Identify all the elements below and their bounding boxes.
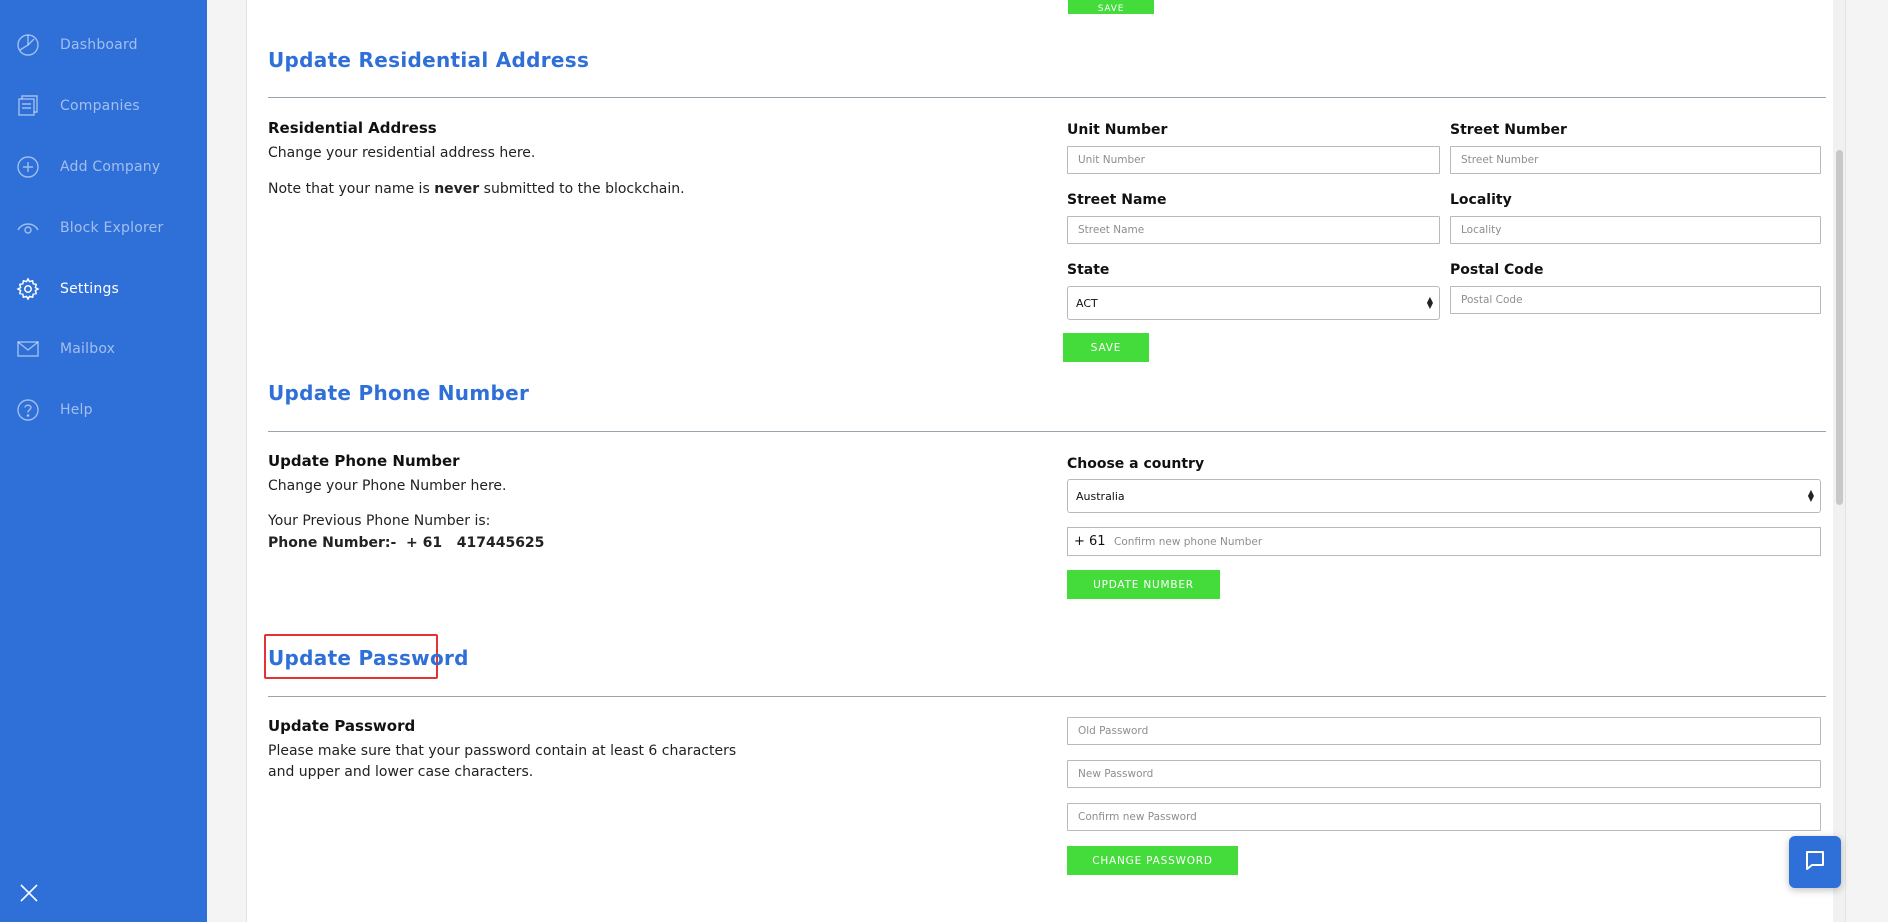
sidebar-item-label: Mailbox: [60, 341, 116, 357]
sidebar-item-label: Block Explorer: [60, 220, 164, 236]
companies-icon: [16, 94, 40, 118]
sidebar-item-settings[interactable]: Settings: [0, 269, 207, 309]
sidebar: Dashboard Companies Add Company Block Ex…: [0, 0, 207, 922]
close-icon[interactable]: [18, 882, 40, 904]
sidebar-item-companies[interactable]: Companies: [0, 86, 207, 126]
postal-code-label: Postal Code: [1450, 262, 1544, 278]
divider: [268, 97, 1826, 98]
state-label: State: [1067, 262, 1110, 278]
new-password-input[interactable]: [1067, 760, 1821, 788]
eye-icon: [16, 216, 40, 240]
country-select-value: Australia: [1076, 489, 1125, 503]
gear-icon: [16, 277, 40, 301]
locality-input[interactable]: [1450, 216, 1821, 244]
password-description-line2: and upper and lower case characters.: [268, 764, 534, 780]
sidebar-item-label: Dashboard: [60, 37, 138, 53]
address-note-prefix: Note that your name is: [268, 181, 435, 197]
unit-number-input[interactable]: [1067, 146, 1440, 174]
sidebar-item-label: Companies: [60, 98, 140, 114]
sidebar-item-dashboard[interactable]: Dashboard: [0, 25, 207, 65]
chat-icon: [1803, 848, 1827, 876]
dashboard-icon: [16, 33, 40, 57]
street-number-input[interactable]: [1450, 146, 1821, 174]
sidebar-item-add-company[interactable]: Add Company: [0, 147, 207, 187]
sidebar-item-mailbox[interactable]: Mailbox: [0, 329, 207, 369]
help-icon: [16, 398, 40, 422]
address-save-button[interactable]: SAVE: [1063, 333, 1149, 362]
add-circle-icon: [16, 155, 40, 179]
select-arrows-icon: ▲ ▼: [1807, 488, 1814, 503]
password-subtitle: Update Password: [268, 717, 416, 735]
state-select[interactable]: ACT ▲ ▼: [1067, 286, 1440, 320]
mail-icon: [16, 337, 40, 361]
scrollbar-thumb[interactable]: [1836, 150, 1843, 505]
sidebar-item-label: Add Company: [60, 159, 161, 175]
sidebar-item-block-explorer[interactable]: Block Explorer: [0, 208, 207, 248]
phone-section-title: Update Phone Number: [268, 381, 530, 405]
country-select[interactable]: Australia ▲ ▼: [1067, 479, 1821, 513]
confirm-password-input[interactable]: [1067, 803, 1821, 831]
street-name-label: Street Name: [1067, 192, 1167, 208]
sidebar-item-label: Settings: [60, 281, 120, 297]
address-note-suffix: submitted to the blockchain.: [479, 181, 685, 197]
address-section-title: Update Residential Address: [268, 48, 590, 72]
address-description: Change your residential address here.: [268, 145, 536, 161]
address-note: Note that your name is never submitted t…: [268, 181, 685, 197]
change-password-button[interactable]: CHANGE PASSWORD: [1067, 846, 1238, 875]
previous-phone-label: Your Previous Phone Number is:: [268, 513, 491, 529]
phone-input-group: + 61: [1067, 527, 1821, 556]
postal-code-input[interactable]: [1450, 286, 1821, 314]
address-subtitle: Residential Address: [268, 119, 437, 137]
street-number-label: Street Number: [1450, 122, 1567, 138]
state-select-value: ACT: [1076, 296, 1098, 310]
previous-save-button[interactable]: SAVE: [1068, 0, 1154, 14]
sidebar-item-help[interactable]: Help: [0, 390, 207, 430]
old-password-input[interactable]: [1067, 717, 1821, 745]
scrollbar[interactable]: [1833, 0, 1845, 922]
street-name-input[interactable]: [1067, 216, 1440, 244]
divider: [268, 696, 1826, 697]
password-description-line1: Please make sure that your password cont…: [268, 743, 737, 759]
unit-number-label: Unit Number: [1067, 122, 1168, 138]
phone-subtitle: Update Phone Number: [268, 452, 460, 470]
locality-label: Locality: [1450, 192, 1512, 208]
chat-button[interactable]: [1789, 836, 1841, 888]
update-number-button[interactable]: UPDATE NUMBER: [1067, 570, 1220, 599]
divider: [268, 431, 1826, 432]
previous-phone-number: Phone Number:- + 61 417445625: [268, 535, 545, 551]
phone-description: Change your Phone Number here.: [268, 478, 507, 494]
sidebar-item-label: Help: [60, 402, 93, 418]
new-phone-input[interactable]: [1112, 535, 1820, 548]
select-arrows-icon: ▲ ▼: [1426, 295, 1433, 310]
address-note-bold: never: [434, 181, 480, 197]
country-label: Choose a country: [1067, 456, 1205, 472]
password-section-title: Update Password: [268, 646, 469, 670]
phone-country-prefix: + 61: [1074, 534, 1106, 549]
